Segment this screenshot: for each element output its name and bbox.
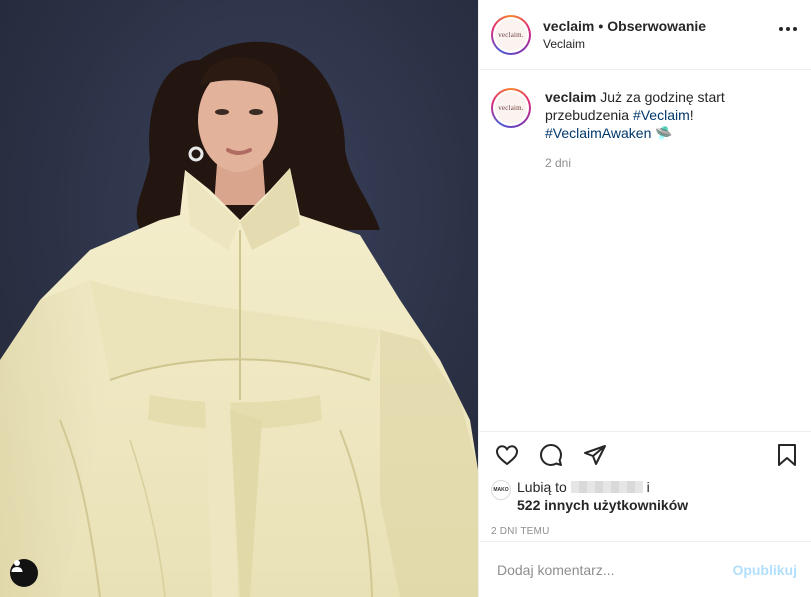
caption-text: veclaim Już za godzinę start przebudzeni… xyxy=(545,88,725,142)
redacted-username[interactable] xyxy=(570,481,643,493)
user-tag-button[interactable] xyxy=(10,559,38,587)
comments-area: veclaim. veclaim Już za godzinę start pr… xyxy=(479,70,811,431)
hashtag-link[interactable]: #Veclaim xyxy=(633,107,690,123)
comment-icon xyxy=(540,444,562,466)
more-dot xyxy=(779,27,783,31)
paper-plane-icon xyxy=(584,445,606,465)
hashtag-link[interactable]: #VeclaimAwaken xyxy=(545,125,651,141)
following-button[interactable]: Obserwowanie xyxy=(607,18,706,34)
ufo-emoji: 🛸 xyxy=(655,125,673,141)
avatar-logo: veclaim. xyxy=(495,18,527,51)
more-options-icon[interactable] xyxy=(779,27,797,31)
photo-illustration xyxy=(0,0,478,597)
likes-summary: MAKO Lubią to i 522 innych użytkowników xyxy=(491,478,799,514)
actions-section: MAKO Lubią to i 522 innych użytkowników … xyxy=(479,431,811,541)
comment-form: Opublikuj xyxy=(479,541,811,597)
post-side-panel: veclaim. veclaim • Obserwowanie Veclaim ve… xyxy=(478,0,811,597)
caption: veclaim. veclaim Już za godzinę start pr… xyxy=(491,88,799,142)
action-icons xyxy=(491,432,799,478)
header-separator: • xyxy=(598,17,604,34)
bookmark-icon xyxy=(778,444,796,466)
instagram-post: veclaim. veclaim • Obserwowanie Veclaim ve… xyxy=(0,0,811,597)
likes-text: Lubią to i 522 innych użytkowników xyxy=(517,478,688,514)
header-username[interactable]: veclaim xyxy=(543,18,594,34)
header-line: veclaim • Obserwowanie xyxy=(543,17,706,35)
liker-avatar[interactable]: MAKO xyxy=(491,480,511,500)
share-button[interactable] xyxy=(583,443,607,467)
post-photo[interactable] xyxy=(0,0,478,597)
avatar-logo: veclaim. xyxy=(495,92,527,124)
header-avatar[interactable]: veclaim. xyxy=(491,14,531,55)
save-button[interactable] xyxy=(775,443,799,467)
heart-icon xyxy=(495,445,519,466)
avatar-inner: veclaim. xyxy=(493,90,529,126)
caption-username[interactable]: veclaim xyxy=(545,89,596,105)
more-dot xyxy=(793,27,797,31)
like-button[interactable] xyxy=(495,443,519,467)
more-dot xyxy=(786,27,790,31)
comment-button[interactable] xyxy=(539,443,563,467)
likes-prefix: Lubią to xyxy=(517,479,567,495)
caption-age[interactable]: 2 dni xyxy=(545,156,799,170)
post-header: veclaim. veclaim • Obserwowanie Veclaim xyxy=(479,0,811,70)
publish-button[interactable]: Opublikuj xyxy=(732,562,797,578)
likes-count-link[interactable]: 522 innych użytkowników xyxy=(517,497,688,513)
post-timestamp[interactable]: 2 DNI TEMU xyxy=(491,526,799,537)
caption-avatar[interactable]: veclaim. xyxy=(491,88,531,128)
header-text: veclaim • Obserwowanie Veclaim xyxy=(543,17,706,53)
avatar-inner: veclaim. xyxy=(493,16,529,53)
header-subtitle[interactable]: Veclaim xyxy=(543,35,706,53)
likes-suffix: i xyxy=(646,479,650,495)
caption-punctuation: ! xyxy=(689,107,694,123)
person-icon xyxy=(11,560,23,572)
comment-input[interactable] xyxy=(495,560,733,579)
